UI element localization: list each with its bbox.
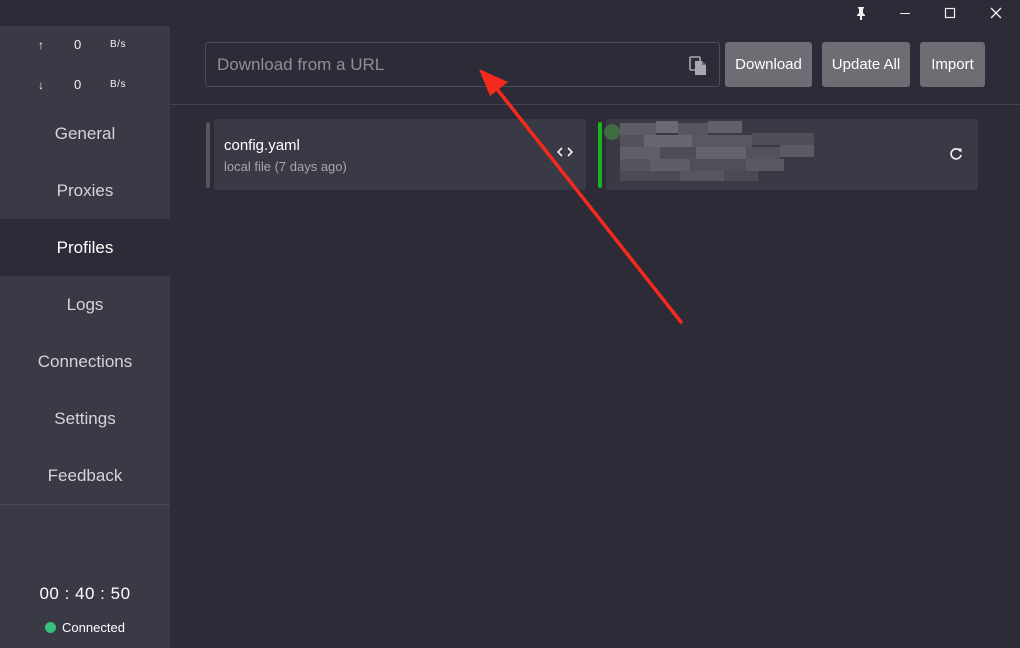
close-icon[interactable] — [973, 0, 1019, 26]
code-icon[interactable] — [556, 146, 574, 161]
url-input[interactable] — [206, 43, 719, 86]
nav-item-label: Connections — [37, 351, 133, 371]
profile-card[interactable]: config.yaml local file (7 days ago) — [214, 119, 586, 190]
status-dot-icon — [45, 622, 57, 633]
title-bar — [0, 0, 1020, 26]
pin-icon[interactable] — [838, 0, 884, 26]
nav-item-proxies[interactable]: Proxies — [0, 162, 170, 219]
update-all-button[interactable]: Update All — [822, 42, 910, 87]
profiles-page: Download Update All Import config.yaml l… — [170, 26, 1020, 648]
status-label: Connected — [62, 620, 125, 635]
sidebar: ↑ 0 B/s ↓ 0 B/s General Proxies Profiles… — [0, 26, 170, 648]
url-field[interactable] — [205, 42, 720, 87]
profile-card-active[interactable] — [604, 119, 978, 190]
download-speed-value: 0 — [74, 77, 82, 92]
upload-speed: ↑ 0 B/s — [0, 26, 170, 66]
nav-item-connections[interactable]: Connections — [0, 333, 170, 390]
download-arrow-icon: ↓ — [38, 78, 44, 92]
nav-item-label: Profiles — [56, 237, 114, 257]
sidebar-divider — [0, 504, 170, 505]
upload-speed-unit: B/s — [110, 39, 126, 50]
nav-item-general[interactable]: General — [0, 105, 170, 162]
nav-item-label: General — [54, 123, 116, 143]
profile-detail: local file (7 days ago) — [224, 159, 347, 174]
active-profile-indicator-bar — [598, 122, 602, 188]
profile-name: config.yaml — [224, 137, 300, 154]
upload-arrow-icon: ↑ — [38, 38, 44, 52]
connection-status: Connected — [0, 620, 170, 635]
download-button[interactable]: Download — [725, 42, 812, 87]
nav-item-label: Feedback — [47, 465, 123, 485]
nav-item-logs[interactable]: Logs — [0, 276, 170, 333]
minimize-icon[interactable] — [882, 0, 928, 26]
nav-item-label: Logs — [66, 294, 104, 314]
download-speed: ↓ 0 B/s — [0, 66, 170, 106]
upload-speed-value: 0 — [74, 37, 82, 52]
refresh-icon[interactable] — [949, 147, 963, 164]
nav-item-feedback[interactable]: Feedback — [0, 447, 170, 504]
nav-item-label: Settings — [54, 408, 116, 428]
import-button[interactable]: Import — [920, 42, 985, 87]
toolbar-divider — [170, 104, 1020, 105]
profile-indicator-bar — [206, 122, 210, 188]
nav-item-profiles[interactable]: Profiles — [0, 219, 170, 276]
maximize-icon[interactable] — [927, 0, 973, 26]
uptime-clock: 00 : 40 : 50 — [39, 584, 131, 603]
download-speed-unit: B/s — [110, 79, 126, 90]
nav-item-settings[interactable]: Settings — [0, 390, 170, 447]
paste-icon[interactable] — [689, 56, 707, 76]
nav-item-label: Proxies — [56, 180, 114, 200]
